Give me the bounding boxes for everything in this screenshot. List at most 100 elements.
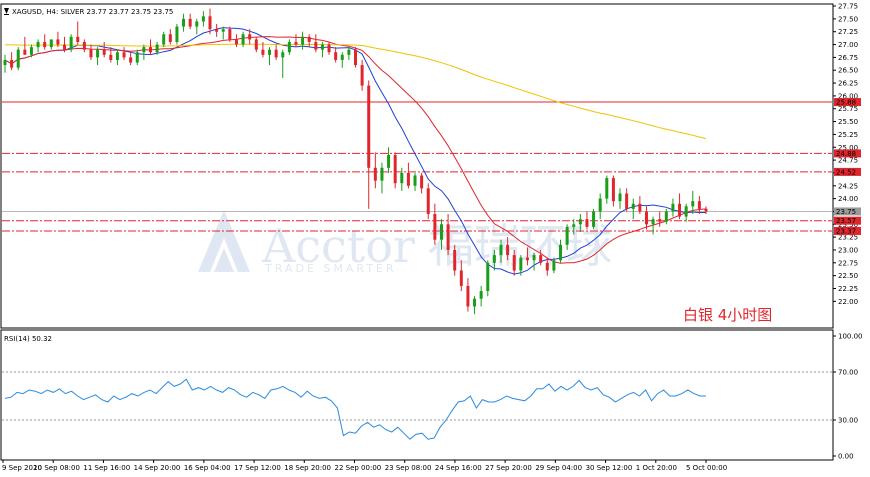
level-badge-label: 25.88 bbox=[836, 99, 856, 107]
candle-body bbox=[393, 154, 397, 184]
price-tick-label: 26.75 bbox=[838, 54, 858, 62]
candle-body bbox=[697, 201, 701, 209]
candle-body bbox=[36, 41, 40, 48]
candle-body bbox=[486, 262, 490, 292]
candle-body bbox=[360, 65, 364, 86]
candle-body bbox=[585, 219, 589, 227]
candle-body bbox=[499, 244, 503, 256]
candle-body bbox=[208, 16, 212, 30]
price-tick-label: 22.75 bbox=[838, 259, 858, 267]
candle-body bbox=[69, 36, 73, 50]
price-tick-label: 24.25 bbox=[838, 182, 858, 190]
candle-body bbox=[307, 36, 311, 42]
current-price-label: 23.75 bbox=[836, 208, 856, 216]
candle-body bbox=[175, 26, 179, 42]
candle-body bbox=[420, 175, 424, 189]
candle-body bbox=[43, 41, 47, 48]
candle-body bbox=[241, 34, 245, 45]
candle-body bbox=[678, 203, 682, 217]
time-tick-label: 5 Oct 00:00 bbox=[686, 464, 727, 472]
candle-body bbox=[413, 175, 417, 186]
time-tick-label: 30 Sep 12:00 bbox=[586, 464, 633, 472]
candle-body bbox=[215, 29, 219, 32]
candle-body bbox=[545, 262, 549, 271]
candle-body bbox=[691, 201, 695, 207]
price-tick-label: 22.00 bbox=[838, 298, 858, 306]
candle-body bbox=[532, 255, 536, 261]
candle-body bbox=[129, 57, 133, 63]
candle-body bbox=[89, 49, 93, 58]
time-tick-label: 18 Sep 20:00 bbox=[284, 464, 331, 472]
candle-body bbox=[155, 44, 159, 53]
candle-body bbox=[473, 298, 477, 307]
candle-body bbox=[492, 255, 496, 263]
candle-body bbox=[638, 203, 642, 212]
time-tick-label: 1 Oct 20:00 bbox=[636, 464, 677, 472]
candle-body bbox=[49, 39, 53, 48]
rsi-label: RSI(14) 50.32 bbox=[4, 335, 52, 343]
chart-annotation: 白银 4小时图 bbox=[683, 306, 772, 324]
time-tick-label: 24 Sep 16:00 bbox=[435, 464, 482, 472]
candle-body bbox=[559, 244, 563, 261]
candle-body bbox=[294, 41, 298, 45]
time-tick-label: 17 Sep 12:00 bbox=[234, 464, 281, 472]
candle-body bbox=[671, 203, 675, 212]
level-badge-label: 23.37 bbox=[836, 227, 856, 235]
price-tick-label: 26.25 bbox=[838, 80, 858, 88]
candle-body bbox=[228, 29, 232, 40]
candle-body bbox=[684, 206, 688, 217]
time-tick-label: 16 Sep 04:00 bbox=[184, 464, 231, 472]
candle-body bbox=[658, 219, 662, 222]
candle-body bbox=[268, 49, 272, 55]
candle-body bbox=[347, 49, 351, 55]
candle-body bbox=[76, 36, 80, 42]
price-tick-label: 22.50 bbox=[838, 272, 858, 280]
candle-body bbox=[506, 244, 510, 256]
candle-body bbox=[453, 249, 457, 271]
candle-body bbox=[135, 52, 139, 63]
candle-body bbox=[611, 178, 615, 202]
candle-body bbox=[400, 172, 404, 184]
candle-body bbox=[287, 41, 291, 53]
candle-body bbox=[148, 47, 152, 53]
rsi-tick-label: 100.00 bbox=[838, 333, 863, 341]
candle-body bbox=[406, 172, 410, 186]
candle-body bbox=[327, 44, 331, 53]
symbol-header: XAGUSD, H4: SILVER 23.77 23.77 23.75 23.… bbox=[12, 8, 173, 16]
time-tick-label: 22 Sep 00:00 bbox=[335, 464, 382, 472]
candle-body bbox=[631, 203, 635, 209]
price-tick-label: 25.25 bbox=[838, 131, 858, 139]
candle-body bbox=[387, 154, 391, 168]
candle-body bbox=[274, 49, 278, 58]
watermark-tagline: TRADE SMARTER bbox=[264, 262, 397, 275]
candle-body bbox=[552, 260, 556, 271]
price-tick-label: 27.25 bbox=[838, 28, 858, 36]
price-chart: Acctor 福瑞环球 TRADE SMARTER 27.7527.5027.2… bbox=[0, 3, 863, 472]
candle-body bbox=[10, 59, 14, 68]
rsi-tick-label: 70.00 bbox=[838, 369, 858, 377]
level-badge-label: 24.52 bbox=[836, 168, 856, 176]
candle-body bbox=[142, 47, 146, 53]
candle-body bbox=[459, 270, 463, 286]
candle-body bbox=[334, 52, 338, 60]
level-badge-label: 24.88 bbox=[836, 150, 856, 158]
time-tick-label: 10 Sep 08:00 bbox=[33, 464, 80, 472]
candle-body bbox=[367, 85, 371, 168]
time-tick-label: 11 Sep 16:00 bbox=[83, 464, 130, 472]
candle-body bbox=[578, 219, 582, 225]
candle-body bbox=[512, 255, 516, 271]
candle-body bbox=[254, 39, 258, 50]
candle-body bbox=[168, 34, 172, 42]
candle-body bbox=[446, 224, 450, 250]
candle-body bbox=[281, 52, 285, 58]
candle-body bbox=[598, 198, 602, 212]
candle-body bbox=[82, 41, 86, 50]
candle-body bbox=[314, 41, 318, 50]
candle-body bbox=[320, 44, 324, 50]
price-tick-label: 27.00 bbox=[838, 41, 858, 49]
time-axis: 9 Sep 202010 Sep 08:00 11 Sep 16:00 14 Sep… bbox=[2, 460, 727, 472]
time-tick-label: 27 Sep 20:00 bbox=[485, 464, 532, 472]
time-tick-label: 23 Sep 08:00 bbox=[385, 464, 432, 472]
candle-body bbox=[466, 285, 470, 307]
candle-body bbox=[63, 44, 67, 50]
